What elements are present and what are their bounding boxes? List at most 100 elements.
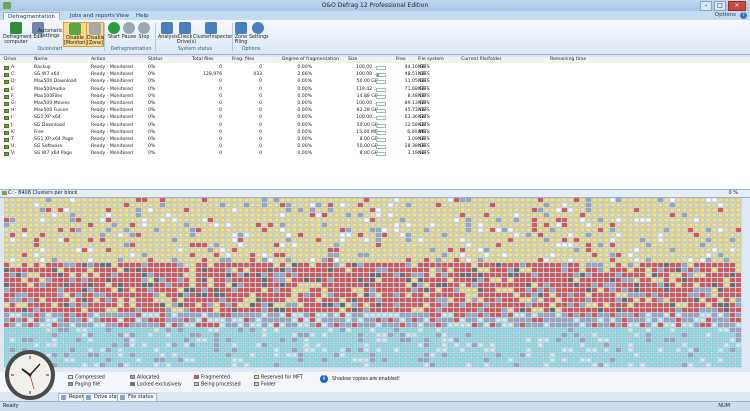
cluster-block[interactable] bbox=[693, 337, 700, 343]
cluster-block[interactable] bbox=[303, 287, 310, 293]
cluster-block[interactable] bbox=[555, 287, 562, 293]
cluster-block[interactable] bbox=[501, 222, 508, 228]
cluster-block[interactable] bbox=[153, 247, 160, 253]
cluster-block[interactable] bbox=[621, 322, 628, 328]
cluster-block[interactable] bbox=[225, 282, 232, 288]
cluster-block[interactable] bbox=[9, 292, 16, 298]
cluster-block[interactable] bbox=[507, 232, 514, 238]
cluster-block[interactable] bbox=[117, 237, 124, 243]
cluster-block[interactable] bbox=[693, 302, 700, 308]
cluster-block[interactable] bbox=[645, 322, 652, 328]
cluster-block[interactable] bbox=[465, 222, 472, 228]
cluster-block[interactable] bbox=[51, 307, 58, 313]
cluster-block[interactable] bbox=[465, 207, 472, 213]
cluster-block[interactable] bbox=[555, 227, 562, 233]
cluster-block[interactable] bbox=[285, 297, 292, 303]
cluster-block[interactable] bbox=[621, 267, 628, 273]
cluster-block[interactable] bbox=[213, 277, 220, 283]
cluster-block[interactable] bbox=[111, 237, 118, 243]
cluster-block[interactable] bbox=[177, 257, 184, 263]
cluster-block[interactable] bbox=[573, 262, 580, 268]
cluster-block[interactable] bbox=[87, 257, 94, 263]
cluster-block[interactable] bbox=[327, 357, 334, 363]
cluster-block[interactable] bbox=[159, 247, 166, 253]
cluster-block[interactable] bbox=[51, 207, 58, 213]
cluster-block[interactable] bbox=[357, 362, 364, 368]
cluster-block[interactable] bbox=[621, 277, 628, 283]
cluster-block[interactable] bbox=[651, 262, 658, 268]
cluster-block[interactable] bbox=[249, 352, 256, 358]
cluster-block[interactable] bbox=[141, 277, 148, 283]
cluster-block[interactable] bbox=[9, 302, 16, 308]
cluster-block[interactable] bbox=[393, 282, 400, 288]
cluster-block[interactable] bbox=[117, 272, 124, 278]
cluster-block[interactable] bbox=[375, 312, 382, 318]
cluster-block[interactable] bbox=[63, 202, 70, 208]
cluster-block[interactable] bbox=[723, 307, 730, 313]
cluster-block[interactable] bbox=[549, 362, 556, 368]
cluster-block[interactable] bbox=[15, 287, 22, 293]
cluster-block[interactable] bbox=[183, 357, 190, 363]
cluster-block[interactable] bbox=[639, 312, 646, 318]
cluster-block[interactable] bbox=[225, 317, 232, 323]
cluster-block[interactable] bbox=[123, 277, 130, 283]
cluster-block[interactable] bbox=[27, 307, 34, 313]
cluster-block[interactable] bbox=[573, 307, 580, 313]
cluster-block[interactable] bbox=[201, 307, 208, 313]
cluster-block[interactable] bbox=[699, 277, 706, 283]
cluster-block[interactable] bbox=[375, 267, 382, 273]
cluster-block[interactable] bbox=[267, 287, 274, 293]
cluster-block[interactable] bbox=[15, 207, 22, 213]
cluster-block[interactable] bbox=[243, 307, 250, 313]
cluster-block[interactable] bbox=[69, 332, 76, 338]
cluster-block[interactable] bbox=[513, 212, 520, 218]
cluster-block[interactable] bbox=[645, 342, 652, 348]
cluster-block[interactable] bbox=[711, 222, 718, 228]
cluster-block[interactable] bbox=[279, 337, 286, 343]
cluster-block[interactable] bbox=[681, 337, 688, 343]
cluster-block[interactable] bbox=[573, 198, 580, 203]
cluster-block[interactable] bbox=[375, 242, 382, 248]
cluster-block[interactable] bbox=[501, 312, 508, 318]
cluster-block[interactable] bbox=[663, 292, 670, 298]
cluster-block[interactable] bbox=[9, 198, 16, 203]
cluster-block[interactable] bbox=[39, 232, 46, 238]
cluster-block[interactable] bbox=[687, 302, 694, 308]
cluster-block[interactable] bbox=[393, 362, 400, 368]
cluster-block[interactable] bbox=[651, 242, 658, 248]
cluster-block[interactable] bbox=[675, 352, 682, 358]
cluster-block[interactable] bbox=[735, 312, 742, 318]
cluster-block[interactable] bbox=[165, 257, 172, 263]
cluster-block[interactable] bbox=[177, 222, 184, 228]
cluster-block[interactable] bbox=[657, 282, 664, 288]
cluster-block[interactable] bbox=[549, 267, 556, 273]
cluster-block[interactable] bbox=[663, 287, 670, 293]
cluster-block[interactable] bbox=[585, 297, 592, 303]
cluster-block[interactable] bbox=[633, 322, 640, 328]
cluster-block[interactable] bbox=[381, 257, 388, 263]
cluster-block[interactable] bbox=[717, 297, 724, 303]
cluster-block[interactable] bbox=[567, 347, 574, 353]
cluster-block[interactable] bbox=[45, 287, 52, 293]
cluster-block[interactable] bbox=[651, 252, 658, 258]
cluster-block[interactable] bbox=[201, 282, 208, 288]
cluster-block[interactable] bbox=[531, 277, 538, 283]
cluster-block[interactable] bbox=[687, 282, 694, 288]
cluster-block[interactable] bbox=[81, 252, 88, 258]
cluster-block[interactable] bbox=[669, 222, 676, 228]
cluster-block[interactable] bbox=[93, 337, 100, 343]
cluster-block[interactable] bbox=[429, 302, 436, 308]
cluster-block[interactable] bbox=[63, 232, 70, 238]
cluster-block[interactable] bbox=[201, 347, 208, 353]
cluster-block[interactable] bbox=[399, 222, 406, 228]
cluster-block[interactable] bbox=[693, 332, 700, 338]
cluster-block[interactable] bbox=[105, 232, 112, 238]
cluster-block[interactable] bbox=[339, 262, 346, 268]
cluster-block[interactable] bbox=[621, 232, 628, 238]
cluster-block[interactable] bbox=[615, 287, 622, 293]
cluster-block[interactable] bbox=[417, 287, 424, 293]
cluster-block[interactable] bbox=[267, 252, 274, 258]
cluster-block[interactable] bbox=[489, 262, 496, 268]
cluster-block[interactable] bbox=[513, 242, 520, 248]
cluster-block[interactable] bbox=[195, 347, 202, 353]
